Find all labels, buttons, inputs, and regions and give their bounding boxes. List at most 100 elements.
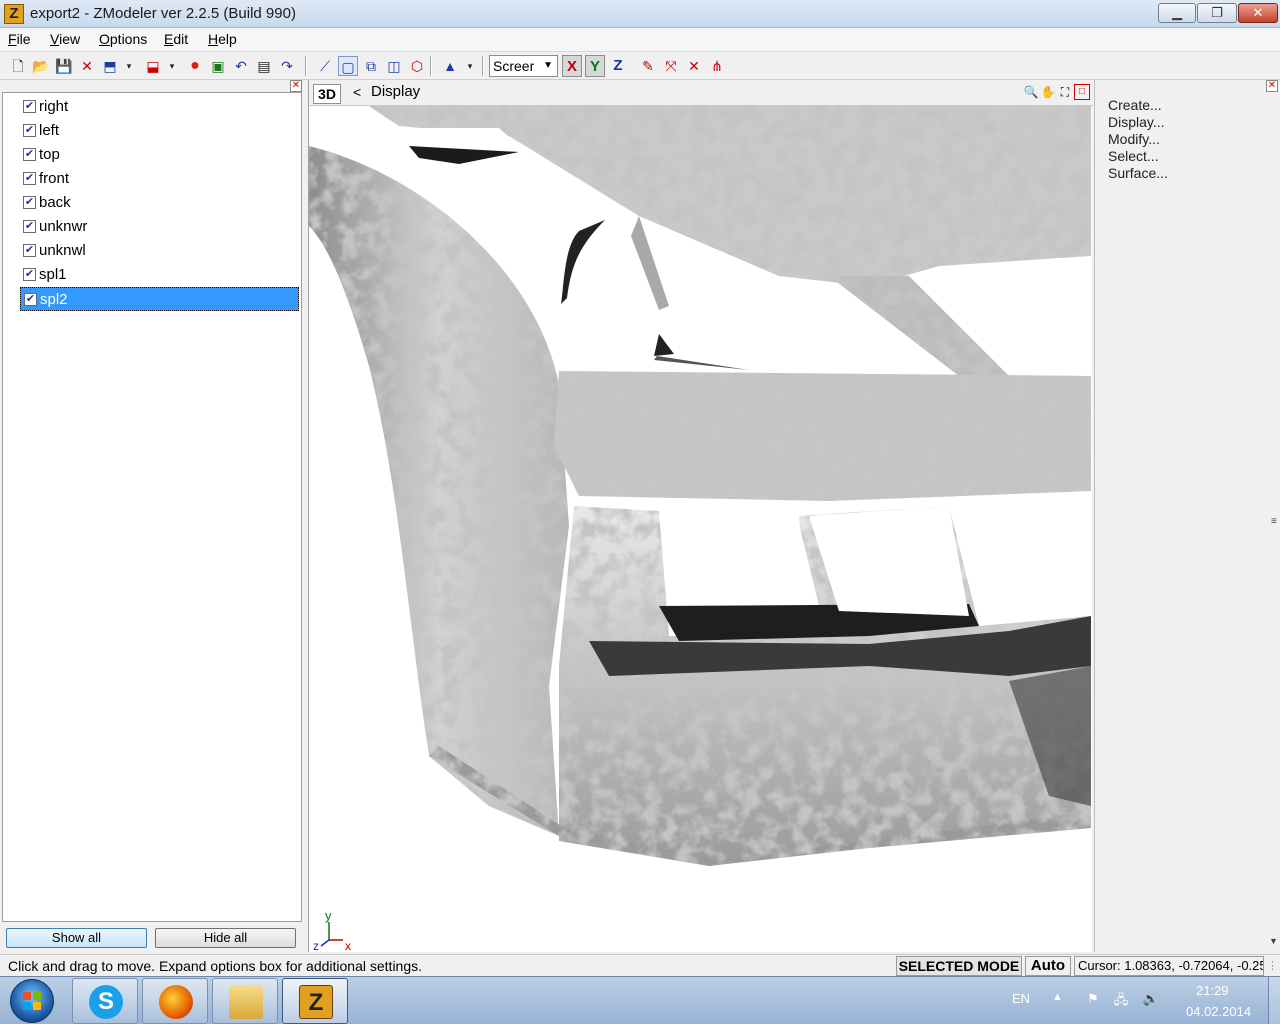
axis-x-toggle[interactable]: X (562, 55, 582, 77)
delete-icon[interactable]: ✕ (77, 56, 97, 76)
clock-date[interactable]: 04.02.2014 (1186, 1004, 1251, 1019)
list-item[interactable]: ✔ back (20, 191, 299, 215)
selection-mode-indicator[interactable]: SELECTED MODE (896, 956, 1022, 976)
splitter-grip-icon[interactable]: ≡ (1271, 516, 1277, 527)
visibility-checkbox[interactable]: ✔ (23, 148, 36, 161)
list-item[interactable]: ✔ front (20, 167, 299, 191)
restore-button[interactable]: ❐ (1197, 3, 1237, 23)
menu-view[interactable]: View (48, 31, 82, 47)
menu-edit-label: dit (173, 31, 189, 47)
start-button[interactable] (10, 979, 54, 1023)
move-tool-icon[interactable]: ⤧ (661, 56, 681, 76)
menu-help-label: elp (218, 31, 237, 47)
minimize-button[interactable]: ▁ (1158, 3, 1196, 23)
taskbar-explorer[interactable] (212, 978, 278, 1024)
visibility-checkbox[interactable]: ✔ (23, 100, 36, 113)
color-icon[interactable]: ▲ (440, 56, 460, 76)
object-label: unknwl (39, 242, 86, 259)
action-center-flag-icon[interactable]: ⚑ (1084, 991, 1102, 1009)
volume-icon[interactable]: 🔊 (1142, 991, 1160, 1009)
auto-mode-indicator[interactable]: Auto (1025, 956, 1071, 976)
command-display[interactable]: Display... (1108, 114, 1165, 130)
object-list[interactable]: ✔ right ✔ left ✔ top ✔ front ✔ back ✔ unknwr ✔… (2, 92, 302, 922)
axis-y-toggle[interactable]: Y (585, 55, 605, 77)
show-desktop-button[interactable] (1268, 977, 1280, 1024)
record-icon[interactable]: ● (185, 56, 205, 76)
taskbar-skype[interactable]: S (72, 978, 138, 1024)
close-panel-icon[interactable]: ✕ (1266, 80, 1278, 92)
toolbar-separator (482, 56, 484, 76)
scroll-down-icon[interactable]: ▼ (1269, 936, 1278, 946)
collapse-arrow[interactable]: < (353, 84, 361, 100)
screen-space-select[interactable]: Screer ▼ (489, 55, 558, 77)
language-indicator[interactable]: EN (1012, 991, 1030, 1006)
list-item[interactable]: ✔ right (20, 95, 299, 119)
hide-all-button[interactable]: Hide all (155, 928, 296, 948)
list-item[interactable]: ✔ left (20, 119, 299, 143)
scale-tool-icon[interactable]: ⋔ (707, 56, 727, 76)
save-icon[interactable]: 💾 (54, 56, 74, 76)
visibility-checkbox[interactable]: ✔ (23, 196, 36, 209)
new-file-icon[interactable]: 🗋 (8, 56, 28, 76)
object-label: front (39, 170, 70, 187)
visibility-checkbox[interactable]: ✔ (23, 268, 36, 281)
list-item[interactable]: ✔ top (20, 143, 299, 167)
surface-mode-icon[interactable]: ◫ (384, 56, 404, 76)
command-modify[interactable]: Modify... (1108, 131, 1160, 147)
list-item[interactable]: ✔ unknwr (20, 215, 299, 239)
command-select[interactable]: Select... (1108, 148, 1159, 164)
render-icon[interactable]: ▣ (208, 56, 228, 76)
view-mode-button[interactable]: 3D (313, 84, 341, 104)
pan-hand-icon[interactable]: ✋ (1040, 84, 1056, 100)
zoom-region-icon[interactable]: ⛶ (1057, 84, 1073, 100)
axis-z-toggle[interactable]: Z (608, 55, 628, 77)
list-item[interactable]: ✔ unknwl (20, 239, 299, 263)
menu-help[interactable]: Help (206, 31, 239, 47)
maximize-viewport-icon[interactable]: □ (1074, 84, 1090, 100)
open-file-icon[interactable]: 📂 (31, 56, 51, 76)
command-surface[interactable]: Surface... (1108, 165, 1168, 181)
taskbar-zmodeler[interactable]: Z (282, 978, 348, 1024)
list-item[interactable]: ✔ spl1 (20, 263, 299, 287)
resize-grip-icon[interactable]: ⋮ (1267, 959, 1278, 972)
visibility-checkbox[interactable]: ✔ (23, 124, 36, 137)
zoom-icon[interactable]: 🔍 (1023, 84, 1039, 100)
undo-icon[interactable]: ↶ (231, 56, 251, 76)
object-mode-icon[interactable]: ▢ (338, 56, 358, 76)
visibility-checkbox[interactable]: ✔ (24, 293, 37, 306)
vertex-mode-icon[interactable]: ⟋ (315, 56, 335, 76)
menu-help-accel: H (208, 31, 219, 47)
object-list-panel: ✕ ✔ right ✔ left ✔ top ✔ front ✔ back ✔ unknwr… (2, 80, 304, 952)
export-icon[interactable]: ⬓ (143, 56, 163, 76)
menu-file[interactable]: File (6, 31, 33, 47)
group-mode-icon[interactable]: ⧉ (361, 56, 381, 76)
import-dropdown-icon[interactable]: ▾ (124, 56, 134, 76)
network-icon[interactable]: 🖧 (1112, 991, 1130, 1009)
show-all-button[interactable]: Show all (6, 928, 147, 948)
list-item-selected[interactable]: ✔ spl2 (20, 287, 299, 311)
rotate-tool-icon[interactable]: ✕ (684, 56, 704, 76)
menu-options[interactable]: Options (97, 31, 149, 47)
visibility-checkbox[interactable]: ✔ (23, 220, 36, 233)
export-dropdown-icon[interactable]: ▾ (167, 56, 177, 76)
import-icon[interactable]: ⬒ (100, 56, 120, 76)
close-window-button[interactable]: ✕ (1238, 3, 1278, 23)
zmodeler-app-icon[interactable]: Z (4, 4, 24, 24)
properties-icon[interactable]: ▤ (254, 56, 274, 76)
viewport-3d-scene[interactable]: y z x (309, 106, 1091, 952)
redo-icon[interactable]: ↷ (277, 56, 297, 76)
full-mode-icon[interactable]: ⬡ (407, 56, 427, 76)
pick-tool-icon[interactable]: ✎ (638, 56, 658, 76)
menu-edit[interactable]: Edit (162, 31, 190, 47)
command-create[interactable]: Create... (1108, 97, 1162, 113)
taskbar-firefox[interactable] (142, 978, 208, 1024)
color-dropdown-icon[interactable]: ▾ (465, 56, 475, 76)
cursor-coordinates: Cursor: 1.08363, -0.72064, -0.254 (1074, 956, 1264, 976)
visibility-checkbox[interactable]: ✔ (23, 244, 36, 257)
visibility-checkbox[interactable]: ✔ (23, 172, 36, 185)
menu-options-accel: O (99, 31, 110, 47)
close-panel-icon[interactable]: ✕ (290, 80, 302, 92)
show-hidden-icons-icon[interactable]: ▲ (1052, 991, 1063, 1003)
viewport[interactable]: 3D < Display 🔍 ✋ ⛶ □ y z x (308, 80, 1093, 952)
clock-time[interactable]: 21:29 (1196, 983, 1229, 998)
